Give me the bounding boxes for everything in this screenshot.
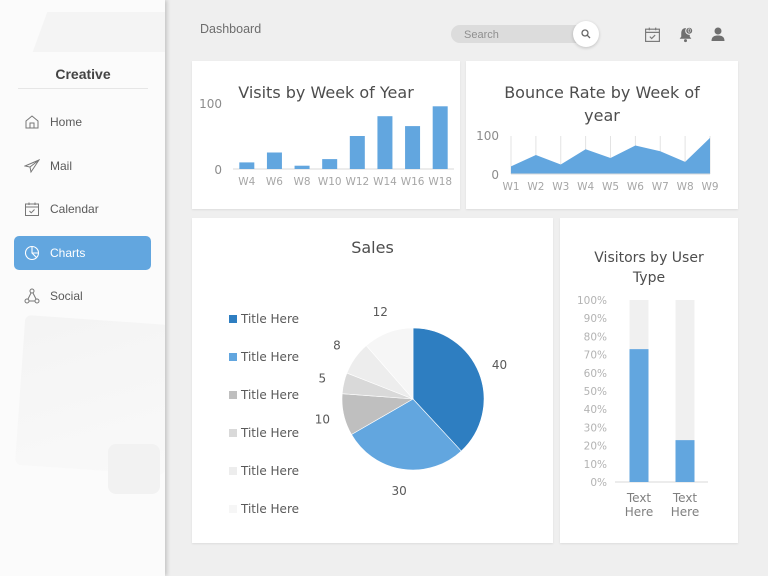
y-tick-label: 60% — [584, 368, 607, 380]
pie-chart-icon — [24, 245, 40, 261]
bell-icon: 0 — [679, 26, 693, 42]
bounce-chart: 0 100 W1 W2 W3 W4 W5 W6 W7 W8 W9 — [476, 129, 718, 193]
y-tick-label: 90% — [584, 313, 607, 325]
x-tick-label: W18 — [428, 176, 452, 188]
y-tick-label: 80% — [584, 331, 607, 343]
x-tick-label: W14 — [373, 176, 397, 188]
sidebar-item-social[interactable]: Social — [14, 279, 151, 313]
calendar-check-icon — [24, 201, 40, 217]
background-cup-image — [108, 444, 160, 494]
x-tick-label: W10 — [318, 176, 342, 188]
sidebar: Creative Home Mail Calendar Charts Socia… — [0, 0, 165, 576]
search-input[interactable] — [451, 26, 566, 44]
x-tick-label: W3 — [552, 181, 569, 193]
bar — [349, 136, 365, 169]
sidebar-nav: Home Mail Calendar Charts Social — [14, 105, 151, 323]
x-tick-label: W8 — [677, 181, 694, 193]
y-tick-label: 10% — [584, 459, 607, 471]
sidebar-item-label: Home — [50, 115, 83, 129]
y-tick-label: 20% — [584, 441, 607, 453]
bar — [432, 106, 448, 169]
x-tick-label: W8 — [294, 176, 311, 188]
visitors-chart: 0%10%20%30%40%50%60%70%80%90%100%TextHer… — [577, 295, 708, 519]
x-tick-label: Text — [626, 491, 652, 505]
data-label: 8 — [333, 338, 341, 352]
y-tick-label: 50% — [584, 386, 607, 398]
y-tick-label: 100% — [577, 295, 607, 307]
x-tick-label: W2 — [527, 181, 544, 193]
background-decoration — [32, 12, 165, 52]
y-tick-label: 0% — [590, 477, 607, 489]
y-tick-label: 70% — [584, 350, 607, 362]
y-tick-label: 100 — [476, 129, 499, 143]
y-tick-label: 30% — [584, 422, 607, 434]
x-tick-label: Here — [625, 505, 653, 519]
sidebar-item-home[interactable]: Home — [14, 105, 151, 139]
y-tick-label: 100 — [199, 97, 222, 111]
y-tick-label: 40% — [584, 404, 607, 416]
bar — [322, 159, 338, 169]
visitors-card: Visitors by User Type 0% 10% 20% 30% 40% 50% 6… — [560, 218, 738, 543]
visits-chart: 0 100 W4 W6 W8 W10 W12 W14 W16 W18 — [199, 97, 454, 188]
x-tick-label: W9 — [701, 181, 718, 193]
sales-pie-chart: 40 30 10 5 8 12 — [315, 305, 508, 498]
sales-card: Sales Title Here Title Here Title Here Titl… — [192, 218, 553, 543]
sidebar-item-calendar[interactable]: Calendar — [14, 192, 151, 226]
visits-card: Visits by Week of Year 0 100 W4 W6 W8 W10 W12 W… — [192, 61, 460, 209]
y-tick-label: 0 — [214, 163, 222, 177]
x-tick-label: W12 — [345, 176, 369, 188]
x-tick-label: W4 — [238, 176, 255, 188]
bounce-card: Bounce Rate by Week of year 0 100 W1 W2 W3 W4… — [466, 61, 738, 209]
bar — [294, 165, 310, 169]
sidebar-item-label: Social — [50, 289, 83, 303]
bar — [629, 349, 649, 482]
user-icon — [711, 27, 725, 41]
sidebar-item-charts[interactable]: Charts — [14, 235, 151, 270]
x-tick-label: Text — [672, 491, 698, 505]
page-title: Dashboard — [200, 22, 262, 36]
bar — [405, 126, 421, 169]
paper-plane-icon — [24, 158, 40, 174]
y-tick-label: 0 — [491, 168, 499, 182]
bar — [377, 116, 393, 169]
x-tick-label: W6 — [266, 176, 283, 188]
home-icon — [24, 114, 40, 130]
calendar-button[interactable] — [643, 25, 661, 43]
x-tick-label: W16 — [401, 176, 425, 188]
calendar-check-icon — [644, 27, 660, 42]
bar — [266, 152, 282, 169]
sidebar-item-label: Charts — [50, 245, 86, 260]
profile-button[interactable] — [709, 25, 727, 43]
search-button[interactable] — [573, 21, 599, 47]
data-label: 5 — [319, 371, 327, 385]
sidebar-item-label: Calendar — [50, 202, 99, 216]
sidebar-item-label: Mail — [50, 158, 73, 173]
search-bar — [451, 21, 599, 47]
x-tick-label: W1 — [502, 181, 519, 193]
brand-title: Creative — [18, 66, 148, 89]
bar — [239, 162, 255, 169]
data-label: 40 — [492, 358, 507, 372]
x-tick-label: W5 — [602, 181, 619, 193]
data-label: 30 — [391, 484, 406, 498]
x-tick-label: W4 — [577, 181, 594, 193]
notifications-button[interactable]: 0 — [676, 25, 694, 43]
x-tick-label: W7 — [652, 181, 669, 193]
x-tick-label: Here — [671, 505, 699, 519]
data-label: 12 — [373, 305, 388, 319]
network-icon — [24, 288, 40, 304]
data-label: 10 — [315, 413, 330, 427]
x-tick-label: W6 — [627, 181, 644, 193]
bar — [675, 440, 695, 482]
search-icon — [581, 29, 591, 39]
sidebar-item-mail[interactable]: Mail — [14, 149, 151, 183]
